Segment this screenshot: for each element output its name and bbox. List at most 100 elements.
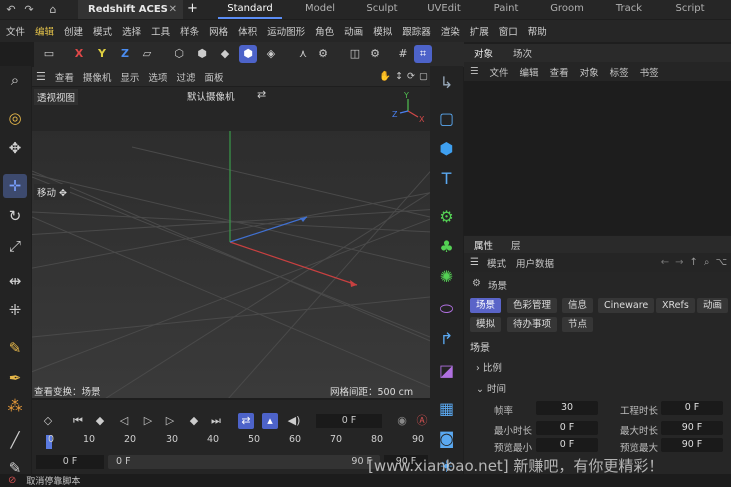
- hamburger-icon[interactable]: ☰: [470, 66, 479, 77]
- next-key-icon[interactable]: ◆: [186, 413, 202, 429]
- menu-simulate[interactable]: 模拟: [373, 24, 392, 38]
- tab-attributes[interactable]: 属性: [474, 238, 493, 252]
- layout-tab-model[interactable]: Model: [290, 0, 350, 19]
- transfer-icon[interactable]: ⇹: [3, 269, 27, 293]
- attr-menu-mode[interactable]: 模式: [487, 256, 506, 270]
- chip-animation[interactable]: 动画: [697, 298, 729, 313]
- null-object-icon[interactable]: ↳: [434, 70, 459, 95]
- record-icon[interactable]: ◉: [394, 413, 410, 429]
- up-arrow-icon[interactable]: ↑: [689, 257, 697, 268]
- start-frame-field[interactable]: 0 F: [36, 455, 104, 469]
- layout-tab-groom[interactable]: Groom: [537, 0, 597, 19]
- tab-takes[interactable]: 场次: [513, 46, 532, 60]
- menu-render[interactable]: 渲染: [441, 24, 460, 38]
- view-name[interactable]: 透视视图: [34, 89, 79, 105]
- move-icon[interactable]: ✛: [3, 174, 27, 198]
- home-icon[interactable]: ⌂: [44, 3, 62, 16]
- layout-tab-sculpt[interactable]: Sculpt: [352, 0, 412, 19]
- menu-mograph[interactable]: 运动图形: [267, 24, 305, 38]
- menu-tools[interactable]: 工具: [151, 24, 170, 38]
- min-time-field[interactable]: 0 F: [536, 421, 598, 435]
- chip-scene[interactable]: 场景: [470, 298, 502, 313]
- chip-cineware[interactable]: Cineware: [598, 298, 655, 313]
- lock-attr-icon[interactable]: ⌥: [715, 257, 727, 268]
- menu-volume[interactable]: 体积: [238, 24, 257, 38]
- group-scale[interactable]: › 比例: [476, 360, 502, 374]
- scale-icon[interactable]: ⤢: [3, 234, 27, 258]
- menu-create[interactable]: 创建: [64, 24, 83, 38]
- obj-menu-file[interactable]: 文件: [490, 65, 509, 79]
- fps-mode-icon[interactable]: ▴: [262, 413, 278, 429]
- forward-arrow-icon[interactable]: →: [675, 257, 683, 268]
- axis-y-toggle[interactable]: Y: [93, 45, 111, 63]
- go-start-icon[interactable]: ⏮: [70, 413, 86, 429]
- text-icon[interactable]: T: [434, 166, 459, 191]
- search-icon[interactable]: ⌕: [3, 68, 27, 92]
- prev-key-icon[interactable]: ◆: [92, 413, 108, 429]
- preview-min-field[interactable]: 0 F: [536, 438, 598, 452]
- orbit-icon[interactable]: ⟳: [407, 71, 415, 82]
- tab-layers[interactable]: 层: [511, 238, 521, 252]
- current-frame-field[interactable]: 0 F: [316, 414, 382, 428]
- timeline-ruler[interactable]: 0 10 20 30 40 50 60 70 80 90: [44, 434, 424, 450]
- search-attr-icon[interactable]: ⌕: [704, 257, 710, 268]
- primitives-icon[interactable]: ⁂: [3, 394, 27, 418]
- play-icon[interactable]: ▷: [140, 413, 156, 429]
- camera-switch-icon[interactable]: ⇄: [257, 88, 266, 101]
- floor-icon[interactable]: ▦: [434, 396, 459, 421]
- obj-menu-view[interactable]: 查看: [550, 65, 569, 79]
- attr-hamburger-icon[interactable]: ☰: [470, 257, 479, 268]
- axis-z-toggle[interactable]: Z: [116, 45, 134, 63]
- chip-info[interactable]: 信息: [562, 298, 594, 313]
- group-time[interactable]: ⌄ 时间: [476, 381, 506, 395]
- axis-x-toggle[interactable]: X: [70, 45, 88, 63]
- prev-frame-icon[interactable]: ◁: [116, 413, 132, 429]
- close-icon[interactable]: ✕: [169, 4, 177, 15]
- spline-pen-icon[interactable]: ✒: [3, 366, 27, 390]
- max-time-field[interactable]: 90 F: [661, 421, 723, 435]
- menu-help[interactable]: 帮助: [528, 24, 547, 38]
- cloner-icon[interactable]: ⚙: [434, 204, 459, 229]
- layout-tab-track[interactable]: Track: [599, 0, 659, 19]
- autokey-icon[interactable]: Ⓐ: [414, 413, 430, 429]
- uv-mode-icon[interactable]: ◈: [262, 45, 280, 63]
- vp-menu-camera[interactable]: 摄像机: [83, 70, 112, 84]
- object-list[interactable]: [464, 81, 731, 235]
- obj-menu-edit[interactable]: 编辑: [520, 65, 539, 79]
- sound-icon[interactable]: ◀): [286, 413, 302, 429]
- next-frame-icon[interactable]: ▷: [162, 413, 178, 429]
- obj-menu-object[interactable]: 对象: [580, 65, 599, 79]
- chip-todo[interactable]: 待办事项: [507, 317, 558, 332]
- keyframe-icon[interactable]: ◇: [40, 413, 56, 429]
- coordinate-system-icon[interactable]: ▭: [40, 45, 58, 63]
- vp-menu-options[interactable]: 选项: [148, 70, 167, 84]
- grid-snap-icon[interactable]: ⌗: [414, 45, 432, 63]
- chip-xrefs[interactable]: XRefs: [656, 298, 695, 313]
- deformer-icon[interactable]: ⬭: [434, 296, 459, 321]
- obj-menu-tags[interactable]: 标签: [610, 65, 629, 79]
- loop-icon[interactable]: ⇄: [238, 413, 254, 429]
- maximize-view-icon[interactable]: ▢: [419, 71, 428, 82]
- menu-animate[interactable]: 动画: [344, 24, 363, 38]
- select-icon[interactable]: ◎: [3, 106, 27, 130]
- menu-file[interactable]: 文件: [6, 24, 25, 38]
- vp-menu-view[interactable]: 查看: [55, 70, 74, 84]
- tab-objects[interactable]: 对象: [474, 46, 493, 60]
- brush-icon[interactable]: ╱: [3, 428, 27, 452]
- back-arrow-icon[interactable]: ←: [661, 257, 669, 268]
- workplane-settings-icon[interactable]: ⚙: [366, 45, 384, 63]
- menu-mode[interactable]: 模式: [93, 24, 112, 38]
- range-slider[interactable]: 0 F 90 F: [108, 455, 380, 469]
- chip-simulation[interactable]: 模拟: [470, 317, 502, 332]
- preview-max-field[interactable]: 90 F: [661, 438, 723, 452]
- go-end-icon[interactable]: ⏭: [208, 413, 224, 429]
- grid-icon[interactable]: #: [394, 45, 412, 63]
- vp-menu-filter[interactable]: 过滤: [176, 70, 195, 84]
- chip-color-management[interactable]: 色彩管理: [507, 298, 558, 313]
- snap-icon[interactable]: ⋏: [294, 45, 312, 63]
- menu-window[interactable]: 窗口: [499, 24, 518, 38]
- new-tab-icon[interactable]: +: [187, 1, 198, 16]
- viewport-hamburger-icon[interactable]: ☰: [36, 70, 46, 83]
- menu-mesh[interactable]: 网格: [209, 24, 228, 38]
- project-length-field[interactable]: 0 F: [661, 401, 723, 415]
